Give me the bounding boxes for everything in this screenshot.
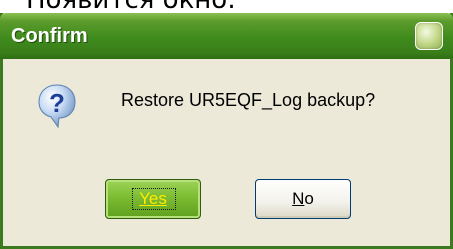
yes-button[interactable]: Yes — [105, 179, 201, 219]
no-button[interactable]: No — [255, 179, 351, 219]
confirm-dialog: Confirm ? Restore UR5EQF_Log backup? Yes… — [0, 13, 453, 249]
no-button-label: o — [304, 189, 314, 208]
svg-text:?: ? — [49, 88, 65, 118]
title-corner-button[interactable] — [415, 22, 443, 50]
confirm-message: Restore UR5EQF_Log backup? — [121, 90, 376, 110]
yes-button-label: Yes — [139, 189, 167, 208]
top-caption: Появится окно: — [26, 0, 236, 13]
no-button-mnemonic: N — [292, 189, 305, 208]
question-icon: ? — [38, 84, 76, 129]
dialog-title: Confirm — [11, 25, 88, 47]
title-bar[interactable]: Confirm — [0, 13, 453, 59]
